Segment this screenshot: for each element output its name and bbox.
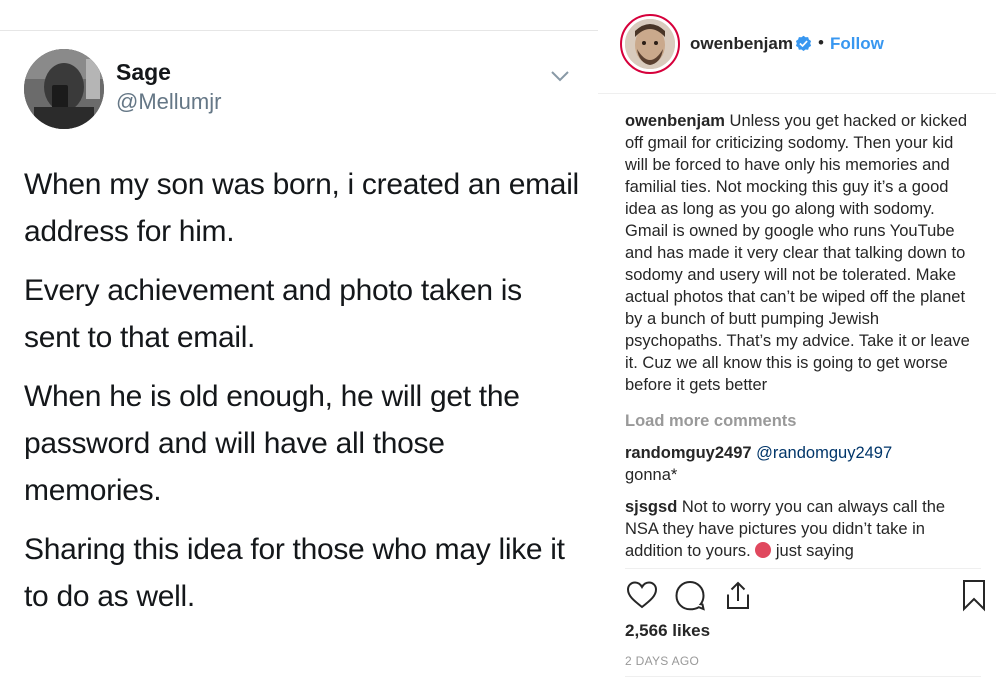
tweet-author-handle: @Mellumjr [116, 89, 222, 114]
post-timestamp: 2 DAYS AGO [625, 654, 700, 668]
tweet-paragraph: Every achievement and photo taken is sen… [24, 274, 522, 354]
divider [625, 676, 981, 677]
story-ring[interactable] [620, 14, 680, 74]
tweet-paragraph: When he is old enough, he will get the p… [24, 380, 520, 507]
comment-icon[interactable] [673, 578, 707, 612]
post-header: owenbenjam • Follow [598, 0, 996, 94]
comment-text-after-emoji: just saying [775, 542, 854, 560]
avatar[interactable] [625, 19, 675, 69]
chevron-down-icon [551, 71, 569, 82]
tweet-avatar-photo [24, 49, 104, 129]
comments-area[interactable]: owenbenjam Unless you get hacked or kick… [625, 110, 977, 565]
tweet-text: When my son was born, i created an email… [24, 161, 584, 632]
caption-username[interactable]: owenbenjam [625, 112, 725, 130]
post-actions [625, 578, 987, 614]
bookmark-icon[interactable] [957, 578, 991, 612]
comment-username[interactable]: sjsgsd [625, 498, 677, 516]
tweet-avatar [24, 49, 104, 129]
comment-item: sjsgsd Not to worry you can always call … [625, 496, 977, 562]
avatar-photo [625, 19, 675, 69]
heart-icon[interactable] [625, 578, 659, 612]
tweet-author-name: Sage [116, 59, 171, 85]
likes-count[interactable]: 2,566 likes [625, 621, 710, 641]
load-more-comments-button[interactable]: Load more comments [625, 410, 977, 432]
post-caption: owenbenjam Unless you get hacked or kick… [625, 110, 977, 396]
instagram-post-panel: owenbenjam • Follow owenbenjam Unless yo… [598, 0, 996, 678]
tweet-paragraph: Sharing this idea for those who may like… [24, 533, 565, 613]
comment-username[interactable]: randomguy2497 [625, 444, 752, 462]
tweet-paragraph: When my son was born, i created an email… [24, 168, 579, 248]
share-icon[interactable] [721, 578, 755, 612]
comment-item: randomguy2497 @randomguy2497 gonna* [625, 442, 977, 486]
post-author-username[interactable]: owenbenjam [690, 34, 793, 54]
comment-mention[interactable]: @randomguy2497 [756, 444, 892, 462]
caption-text: Unless you get hacked or kicked off gmai… [625, 112, 970, 394]
follow-button[interactable]: Follow [830, 34, 884, 54]
emoji-icon [755, 542, 772, 558]
comment-text: gonna* [625, 466, 678, 484]
header-separator: • [818, 33, 824, 52]
divider [625, 568, 981, 569]
tweet-image: Sage @Mellumjr When my son was born, i c… [0, 30, 598, 678]
verified-badge-icon [795, 35, 812, 52]
